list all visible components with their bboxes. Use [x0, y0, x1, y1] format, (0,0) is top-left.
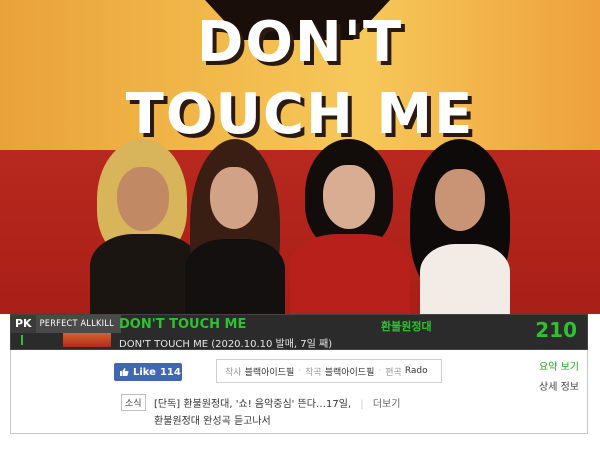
like-count: 114 — [159, 366, 181, 378]
news-headline-1: [단독] 환불원정대, '쇼! 음악중심' 뜬다…17일, | 더보기 — [154, 395, 400, 410]
credits-separator: · — [298, 366, 302, 376]
summary-view-link[interactable]: 요약 보기 — [539, 358, 579, 373]
poster-title-line2: TOUCH ME — [125, 82, 475, 147]
credits-separator: · — [378, 366, 382, 376]
like-label: Like — [133, 366, 156, 378]
arranger-value[interactable]: Rado — [405, 366, 428, 376]
status-mark — [21, 335, 23, 345]
pk-label: PK — [11, 315, 36, 333]
lyrics-label: 작사 — [225, 367, 242, 378]
member-figure-3 — [290, 139, 410, 314]
detail-info-link[interactable]: 상세 정보 — [539, 378, 579, 393]
perfect-allkill-label: PERFECT ALLKILL — [39, 319, 114, 329]
news-more-link[interactable]: 더보기 — [373, 399, 401, 410]
member-figure-2 — [180, 139, 290, 314]
song-info-bar: PK PERFECT ALLKILL DON'T TOUCH ME DON'T … — [10, 314, 588, 350]
detail-panel: Like 114 작사 블랙아이드필 · 작곡 블랙아이드필 · 편곡 Rado… — [10, 350, 588, 434]
stage: DON'T TOUCH ME PK PERFECT ALLKILL DON'T … — [0, 0, 600, 460]
lyrics-value[interactable]: 블랙아이드필 — [245, 365, 295, 378]
credits-box: 작사 블랙아이드필 · 작곡 블랙아이드필 · 편곡 Rado — [216, 359, 442, 383]
album-poster: DON'T TOUCH ME — [0, 0, 600, 314]
composer-label: 작곡 — [305, 367, 322, 378]
pak-score: 210 — [535, 318, 577, 342]
facebook-like-button[interactable]: Like 114 — [114, 363, 182, 381]
news-tag: 소식 — [121, 394, 146, 411]
composer-value[interactable]: 블랙아이드필 — [325, 365, 375, 378]
news-divider: | — [360, 399, 364, 410]
news-headline-2[interactable]: 환불원정대 완성곡 듣고나서 — [154, 412, 271, 427]
song-title[interactable]: DON'T TOUCH ME — [119, 317, 246, 332]
arranger-label: 편곡 — [385, 367, 402, 378]
poster-title-line1: DON'T — [196, 10, 404, 75]
news-headline-1-link[interactable]: [단독] 환불원정대, '쇼! 음악중심' 뜬다…17일, — [154, 399, 351, 410]
member-figure-4 — [400, 139, 520, 314]
thumbs-up-icon — [120, 368, 129, 376]
perfect-allkill-badge: PK PERFECT ALLKILL — [11, 315, 121, 333]
artist-name[interactable]: 환불원정대 — [381, 318, 432, 334]
song-subtitle: DON'T TOUCH ME (2020.10.10 발매, 7일 째) — [119, 339, 333, 350]
